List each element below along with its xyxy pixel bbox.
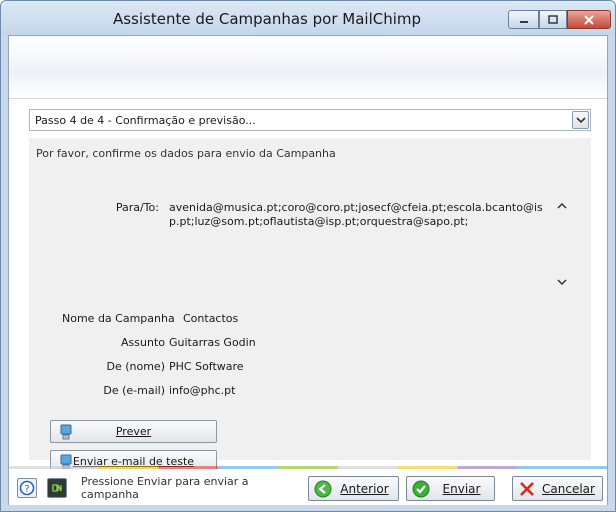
header-divider: [9, 98, 607, 99]
minimize-icon: [519, 20, 528, 23]
campaign-name-value: Contactos: [183, 312, 239, 325]
minimize-button[interactable]: [508, 10, 539, 29]
help-icon: ?: [19, 480, 35, 496]
title-bar[interactable]: Assistente de Campanhas por MailChimp: [1, 1, 615, 35]
to-label: Para/To:: [115, 201, 159, 214]
close-button[interactable]: [567, 10, 611, 29]
wizard-footer: ? Pressione Enviar para enviar a campanh…: [9, 469, 607, 505]
back-button[interactable]: Anterior: [308, 476, 399, 501]
back-label: Anterior: [340, 482, 389, 496]
svg-text:?: ?: [24, 484, 29, 495]
status-message: Pressione Enviar para enviar a campanha: [81, 475, 249, 501]
step-select[interactable]: Passo 4 de 4 - Confirmação e previsão...: [29, 109, 591, 131]
help-button[interactable]: ?: [17, 478, 37, 498]
cancel-x-icon: [520, 482, 534, 496]
from-email-label: De (e-mail): [103, 384, 165, 397]
cancel-label: Cancelar: [542, 482, 595, 496]
send-label: Enviar: [442, 482, 481, 496]
instruction-text: Por favor, confirme os dados para envio …: [36, 147, 336, 160]
wizard-client-area: Por favor, confirme os dados para envio …: [8, 35, 608, 505]
checkmark-icon: [412, 480, 430, 498]
confirmation-panel: Por favor, confirme os dados para envio …: [29, 138, 591, 473]
preview-label: Prever: [115, 425, 152, 438]
window-title: Assistente de Campanhas por MailChimp: [112, 10, 422, 28]
to-scrollbar[interactable]: [554, 197, 571, 291]
from-name-value: PHC Software: [169, 360, 244, 373]
from-email-value: info@phc.pt: [169, 384, 236, 397]
subject-value: Guitarras Godin: [169, 336, 256, 349]
phc-on-icon: [50, 481, 64, 495]
header-band: [9, 36, 607, 98]
maximize-button[interactable]: [539, 10, 567, 29]
preview-button[interactable]: Prever: [50, 420, 217, 443]
subject-label: Assunto: [121, 336, 165, 349]
from-name-label: De (nome): [106, 360, 165, 373]
chevron-down-icon: [575, 117, 586, 124]
arrow-left-icon: [314, 480, 332, 498]
close-icon: [584, 14, 594, 25]
to-recipients-value: avenida@musica.pt;coro@coro.pt;josecf@cf…: [169, 201, 543, 228]
step-select-value: Passo 4 de 4 - Confirmação e previsão...: [35, 114, 256, 127]
preview-icon: [60, 424, 72, 440]
send-button[interactable]: Enviar: [406, 476, 495, 501]
wizard-window: Assistente de Campanhas por MailChimp Po…: [0, 0, 616, 512]
cancel-button[interactable]: Cancelar: [512, 476, 603, 501]
phc-on-button[interactable]: [47, 478, 67, 498]
step-dropdown-button[interactable]: [572, 111, 589, 129]
maximize-icon: [548, 14, 558, 24]
to-recipients-box[interactable]: avenida@musica.pt;coro@coro.pt;josecf@cf…: [164, 196, 572, 292]
scroll-up-icon[interactable]: [557, 201, 567, 211]
scroll-down-icon[interactable]: [557, 277, 567, 287]
